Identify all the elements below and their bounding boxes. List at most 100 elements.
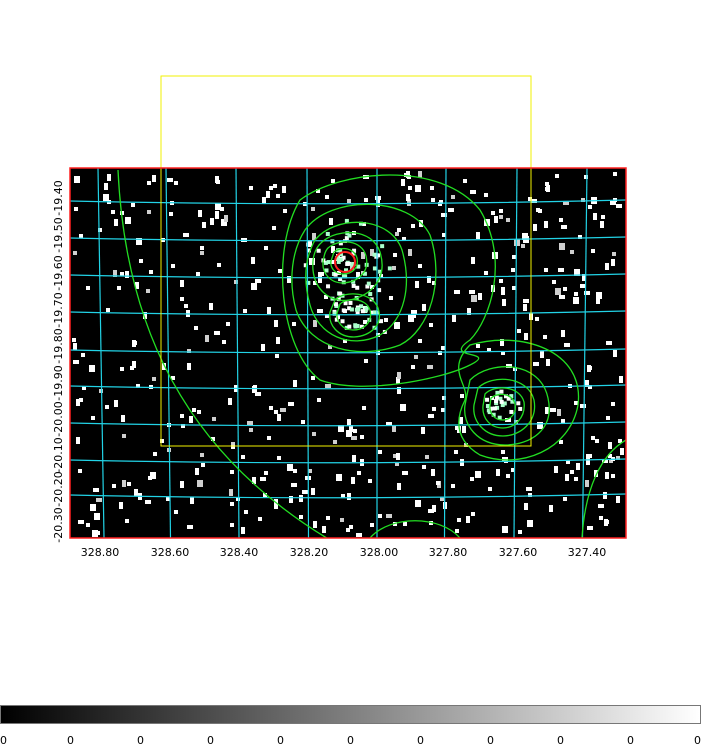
noise-pixel bbox=[499, 209, 503, 213]
noise-pixel bbox=[506, 218, 510, 222]
noise-pixel bbox=[511, 268, 515, 272]
noise-pixel bbox=[372, 310, 377, 315]
noise-pixel bbox=[249, 428, 253, 432]
ra-tick-label: 328.40 bbox=[220, 546, 259, 559]
noise-pixel bbox=[280, 408, 286, 412]
noise-pixel bbox=[212, 417, 216, 421]
noise-pixel bbox=[277, 456, 281, 460]
noise-pixel bbox=[261, 344, 265, 351]
noise-pixel bbox=[563, 287, 567, 291]
noise-pixel bbox=[195, 468, 199, 475]
noise-pixel bbox=[512, 286, 516, 290]
noise-pixel bbox=[605, 263, 609, 270]
noise-pixel bbox=[499, 399, 504, 404]
noise-pixel bbox=[152, 377, 156, 381]
noise-pixel bbox=[518, 406, 523, 411]
noise-pixel bbox=[91, 416, 95, 420]
noise-pixel bbox=[194, 326, 198, 330]
noise-pixel bbox=[353, 429, 357, 433]
noise-pixel bbox=[491, 211, 495, 215]
dec-tick-label: -20.30 bbox=[52, 507, 65, 542]
noise-pixel bbox=[79, 398, 83, 402]
noise-pixel bbox=[333, 302, 338, 307]
noise-pixel bbox=[484, 193, 488, 197]
sky-image-viewer[interactable]: 328.80 328.60 328.40 328.20 328.00 327.80 327.… bbox=[0, 0, 701, 748]
noise-pixel bbox=[475, 471, 481, 478]
noise-pixel bbox=[288, 402, 294, 406]
noise-pixel bbox=[397, 228, 401, 232]
noise-pixel bbox=[262, 197, 266, 204]
colorbar-tick-label: 0 bbox=[694, 734, 701, 747]
noise-pixel bbox=[611, 402, 615, 406]
noise-pixel bbox=[411, 310, 417, 314]
noise-pixel bbox=[396, 453, 400, 460]
noise-pixel bbox=[229, 489, 233, 496]
noise-pixel bbox=[220, 207, 224, 211]
noise-pixel bbox=[277, 414, 281, 421]
noise-pixel bbox=[357, 471, 361, 475]
noise-pixel bbox=[311, 376, 315, 380]
noise-pixel bbox=[340, 319, 345, 324]
noise-pixel bbox=[312, 432, 316, 436]
noise-pixel bbox=[606, 341, 612, 345]
noise-pixel bbox=[291, 483, 297, 487]
noise-pixel bbox=[196, 272, 200, 276]
noise-pixel bbox=[276, 194, 280, 198]
noise-pixel bbox=[372, 252, 377, 257]
dec-tick-label: -19.70 bbox=[52, 292, 65, 327]
noise-pixel bbox=[282, 186, 286, 193]
noise-pixel bbox=[438, 202, 442, 206]
noise-pixel bbox=[544, 268, 548, 272]
noise-pixel bbox=[76, 437, 80, 444]
noise-pixel bbox=[580, 404, 586, 408]
noise-pixel bbox=[558, 268, 564, 272]
noise-pixel bbox=[422, 465, 426, 469]
noise-pixel bbox=[421, 427, 425, 431]
noise-pixel bbox=[180, 481, 184, 488]
noise-pixel bbox=[230, 470, 234, 474]
noise-pixel bbox=[476, 344, 480, 348]
noise-pixel bbox=[612, 252, 616, 256]
noise-pixel bbox=[241, 455, 245, 459]
noise-pixel bbox=[389, 296, 393, 300]
noise-pixel bbox=[397, 483, 401, 490]
noise-pixel bbox=[441, 346, 445, 350]
noise-pixel bbox=[74, 207, 78, 211]
noise-pixel bbox=[613, 172, 617, 176]
noise-pixel bbox=[73, 251, 77, 255]
noise-pixel bbox=[471, 257, 475, 264]
noise-pixel bbox=[406, 194, 410, 201]
noise-pixel bbox=[377, 288, 382, 293]
noise-pixel bbox=[153, 452, 157, 456]
noise-pixel bbox=[356, 306, 361, 311]
noise-pixel bbox=[554, 466, 558, 473]
noise-pixel bbox=[336, 259, 341, 264]
noise-pixel bbox=[591, 249, 595, 253]
noise-pixel bbox=[586, 454, 592, 458]
noise-pixel bbox=[174, 510, 178, 514]
noise-pixel bbox=[471, 295, 477, 302]
noise-pixel bbox=[86, 523, 90, 527]
noise-pixel bbox=[78, 520, 84, 524]
noise-pixel bbox=[496, 469, 500, 476]
noise-pixel bbox=[329, 218, 333, 225]
colorbar[interactable] bbox=[0, 705, 701, 724]
noise-pixel bbox=[462, 426, 466, 433]
noise-pixel bbox=[414, 355, 418, 359]
noise-pixel bbox=[355, 323, 360, 328]
noise-pixel bbox=[454, 450, 458, 454]
noise-pixel bbox=[293, 380, 297, 387]
noise-pixel bbox=[333, 440, 337, 444]
noise-pixel bbox=[90, 504, 96, 511]
noise-pixel bbox=[559, 243, 565, 250]
noise-pixel bbox=[73, 360, 79, 364]
noise-pixel bbox=[601, 215, 605, 219]
noise-pixel bbox=[355, 285, 360, 290]
colorbar-tick-label: 0 bbox=[277, 734, 284, 747]
noise-pixel bbox=[457, 518, 461, 522]
noise-pixel bbox=[346, 528, 350, 532]
ra-tick-label: 328.80 bbox=[81, 546, 120, 559]
noise-pixel bbox=[276, 337, 280, 344]
noise-pixel bbox=[378, 450, 382, 454]
noise-pixel bbox=[125, 271, 129, 278]
